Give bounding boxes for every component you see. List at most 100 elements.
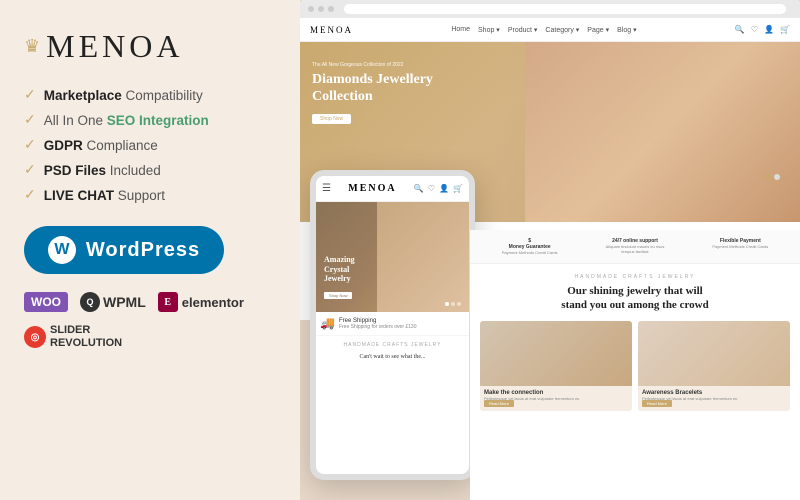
wordpress-badge[interactable]: W WordPress xyxy=(24,226,224,274)
mobile-main-text: Can't wait to see what the... xyxy=(316,354,469,362)
mobile-hero-cta[interactable]: Shop Now xyxy=(324,292,352,299)
mobile-dot-3 xyxy=(457,302,461,306)
check-icon-3: ✓ xyxy=(24,137,36,154)
wishlist-icon: ♡ xyxy=(751,25,758,34)
mobile-header-icons: 🔍 ♡ 👤 🛒 xyxy=(414,184,463,193)
mobile-brand-name: MENOA xyxy=(348,183,396,194)
feature-text-2: All In One SEO Integration xyxy=(44,113,209,128)
wpml-text: WPML xyxy=(103,294,146,310)
desktop-feature-3: Flexible Payment Payment Methods Credit … xyxy=(691,238,790,255)
desktop-feature-2: 24/7 online support Aliquam tincidunt ma… xyxy=(585,238,684,255)
browser-dot-2 xyxy=(318,6,324,12)
product-card-1: Make the connection Pellentesque vel lac… xyxy=(480,321,632,411)
right-panel: MENOA Home Shop ▾ Product ▾ Category ▾ P… xyxy=(300,0,800,500)
desktop-lower-section: $ Money Guarantee Payment Methods Credit… xyxy=(470,230,800,500)
mobile-user-icon: 👤 xyxy=(439,184,449,193)
product-cards-row: Make the connection Pellentesque vel lac… xyxy=(480,321,790,411)
check-icon-1: ✓ xyxy=(24,87,36,104)
site-nav: Home Shop ▾ Product ▾ Category ▾ Page ▾ … xyxy=(451,26,636,34)
mobile-search-icon: 🔍 xyxy=(414,184,424,193)
desktop-hero-title: Diamonds JewelleryCollection xyxy=(312,72,433,106)
mobile-dot-1 xyxy=(445,302,449,306)
check-icon-4: ✓ xyxy=(24,162,36,179)
desktop-main-title: Our shining jewelry that willstand you o… xyxy=(480,284,790,313)
feature-text-3: GDPR Compliance xyxy=(44,138,158,153)
shipping-info: Free Shipping Free Shipping for orders o… xyxy=(339,318,417,330)
shipping-subtitle: Free Shipping for orders over £130 xyxy=(339,324,417,330)
feature-seo: ✓ All In One SEO Integration xyxy=(24,112,276,129)
feature-marketplace: ✓ Marketplace Compatibility xyxy=(24,87,276,104)
slider-revolution-logo: ◎ SLIDERREVOLUTION xyxy=(24,324,122,350)
desktop-hero-content: The All New Gorgeous Collection of 2022 … xyxy=(312,62,433,125)
feature-psd: ✓ PSD Files Included xyxy=(24,162,276,179)
mobile-hero-dots xyxy=(445,302,461,306)
dot-2 xyxy=(774,174,780,180)
wordpress-label: WordPress xyxy=(86,239,200,262)
cart-icon: 🛒 xyxy=(780,25,790,34)
mobile-heart-icon: ♡ xyxy=(428,184,435,193)
nav-page: Page ▾ xyxy=(587,26,609,34)
hero-dots xyxy=(765,174,780,180)
read-more-btn-2[interactable]: Read More xyxy=(642,400,672,407)
brand-name: MENOA xyxy=(46,28,183,65)
desktop-hero-cta[interactable]: Shop Now xyxy=(312,114,351,124)
nav-home: Home xyxy=(451,26,470,34)
mobile-mockup: ☰ MENOA 🔍 ♡ 👤 🛒 AmazingCrystalJewelry Sh… xyxy=(310,170,475,480)
wpml-logo: Q WPML xyxy=(80,292,146,312)
crown-icon: ♛ xyxy=(24,36,40,57)
read-more-btn-1[interactable]: Read More xyxy=(484,400,514,407)
mobile-section-label: HANDMADE CRAFTS JEWELRY xyxy=(316,336,469,354)
slider-revolution-text: SLIDERREVOLUTION xyxy=(50,324,122,350)
elementor-icon: E xyxy=(158,292,178,312)
user-icon: 👤 xyxy=(764,25,774,34)
nav-blog: Blog ▾ xyxy=(617,26,636,34)
mobile-shipping-section: 🚚 Free Shipping Free Shipping for orders… xyxy=(316,312,469,336)
features-list: ✓ Marketplace Compatibility ✓ All In One… xyxy=(24,87,276,204)
feature-text-5: LIVE CHAT Support xyxy=(44,188,165,203)
brand-logo: ♛ MENOA xyxy=(24,28,276,65)
feature-gdpr: ✓ GDPR Compliance xyxy=(24,137,276,154)
search-icon: 🔍 xyxy=(735,25,745,34)
shipping-truck-icon: 🚚 xyxy=(320,316,335,331)
mobile-cart-icon: 🛒 xyxy=(453,184,463,193)
woocommerce-logo: WOO xyxy=(24,292,68,312)
mobile-menu-icon: ☰ xyxy=(322,183,331,194)
browser-dot-3 xyxy=(328,6,334,12)
mobile-hero-title: AmazingCrystalJewelry xyxy=(324,255,355,284)
feature-text-1: Marketplace Compatibility xyxy=(44,88,203,103)
mobile-header: ☰ MENOA 🔍 ♡ 👤 🛒 xyxy=(316,176,469,202)
mobile-dot-2 xyxy=(451,302,455,306)
hero-model-image xyxy=(525,42,800,222)
wordpress-logo-icon: W xyxy=(48,236,76,264)
mobile-hero-content: AmazingCrystalJewelry Shop Now xyxy=(324,255,355,302)
browser-url-bar xyxy=(344,4,786,14)
browser-bar xyxy=(300,0,800,18)
nav-product: Product ▾ xyxy=(508,26,538,34)
nav-category: Category ▾ xyxy=(545,26,579,34)
hero-small-text: The All New Gorgeous Collection of 2022 xyxy=(312,62,433,68)
mobile-hero-section: AmazingCrystalJewelry Shop Now xyxy=(316,202,469,312)
feature-text-4: PSD Files Included xyxy=(44,163,161,178)
wpml-circle-icon: Q xyxy=(80,292,100,312)
desktop-main-content: HANDMADE CRAFTS JEWELRY Our shining jewe… xyxy=(470,264,800,421)
desktop-section-label: HANDMADE CRAFTS JEWELRY xyxy=(480,274,790,280)
desktop-features-row: $ Money Guarantee Payment Methods Credit… xyxy=(470,230,800,264)
site-logo-text: MENOA xyxy=(310,25,353,35)
product-card-1-image xyxy=(480,321,632,386)
site-icons: 🔍 ♡ 👤 🛒 xyxy=(735,25,790,34)
left-panel: ♛ MENOA ✓ Marketplace Compatibility ✓ Al… xyxy=(0,0,300,500)
nav-shop: Shop ▾ xyxy=(478,26,500,34)
site-header: MENOA Home Shop ▾ Product ▾ Category ▾ P… xyxy=(300,18,800,42)
check-icon-5: ✓ xyxy=(24,187,36,204)
feature-chat: ✓ LIVE CHAT Support xyxy=(24,187,276,204)
partner-logos: WOO Q WPML E elementor ◎ SLIDERREVOLUTIO… xyxy=(24,292,276,350)
elementor-text: elementor xyxy=(182,295,244,310)
mobile-hero-image xyxy=(377,202,469,312)
elementor-logo: E elementor xyxy=(158,292,244,312)
check-icon-2: ✓ xyxy=(24,112,36,129)
product-card-2: Awareness Bracelets Pellentesque vel lac… xyxy=(638,321,790,411)
feature-payment-desc: Payment Methods Credit Cards xyxy=(691,244,790,249)
desktop-feature-1: $ Money Guarantee Payment Methods Credit… xyxy=(480,238,579,255)
browser-dot-1 xyxy=(308,6,314,12)
product-card-2-image xyxy=(638,321,790,386)
